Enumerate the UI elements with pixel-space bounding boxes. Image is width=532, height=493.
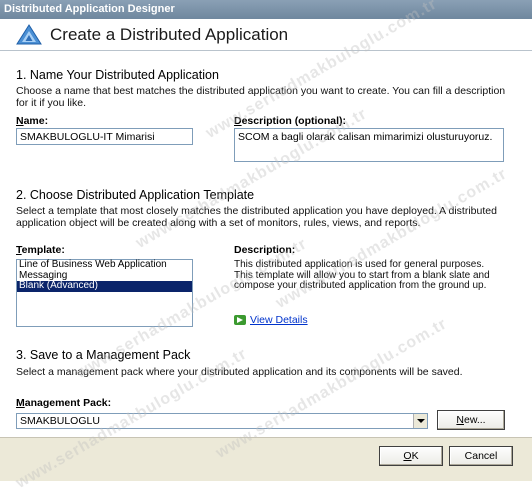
wizard-header: Create a Distributed Application bbox=[0, 19, 532, 51]
management-pack-select[interactable]: SMAKBULOGLU bbox=[16, 413, 428, 429]
template-listbox[interactable]: Line of Business Web Application Messagi… bbox=[16, 259, 193, 327]
name-label-text: ame: bbox=[23, 115, 49, 127]
name-label-accel: N bbox=[16, 115, 24, 127]
description-input-value: SCOM a bagli olarak calisan mimarimizi o… bbox=[238, 131, 493, 143]
template-description-label: Description: bbox=[234, 244, 296, 256]
template-item-blank-advanced[interactable]: Blank (Advanced) bbox=[17, 280, 192, 292]
description-input[interactable]: SCOM a bagli olarak calisan mimarimizi o… bbox=[234, 128, 504, 162]
section-mp-description: Select a management pack where your dist… bbox=[16, 366, 463, 378]
name-input-value: SMAKBULOGLU-IT Mimarisi bbox=[20, 131, 155, 143]
view-details-link-row[interactable]: View Details bbox=[234, 314, 308, 326]
new-button-text: ew... bbox=[463, 414, 486, 426]
management-pack-label-accel: M bbox=[16, 397, 25, 409]
description-label: Description (optional): bbox=[234, 115, 346, 127]
template-label: Template: bbox=[16, 244, 65, 256]
ok-button-text: K bbox=[411, 450, 419, 462]
new-management-pack-button[interactable]: New... bbox=[437, 410, 505, 430]
management-pack-label: Management Pack: bbox=[16, 397, 111, 409]
template-description-text: This distributed application is used for… bbox=[234, 259, 490, 291]
name-label: Name: bbox=[16, 115, 48, 127]
arrow-right-icon bbox=[234, 315, 246, 325]
template-item-lob-web[interactable]: Line of Business Web Application bbox=[17, 259, 192, 271]
section-mp-title: 3. Save to a Management Pack bbox=[16, 348, 191, 362]
name-input[interactable]: SMAKBULOGLU-IT Mimarisi bbox=[16, 128, 193, 145]
section-name-description: Choose a name that best matches the dist… bbox=[16, 85, 506, 109]
view-details-link[interactable]: View Details bbox=[250, 314, 308, 326]
new-button-accel: N bbox=[456, 414, 464, 426]
page-title: Create a Distributed Application bbox=[50, 25, 289, 44]
template-label-text: emplate: bbox=[21, 244, 65, 256]
distributed-app-logo-icon bbox=[16, 24, 42, 45]
ok-button-accel: O bbox=[403, 450, 412, 462]
cancel-button[interactable]: Cancel bbox=[449, 446, 513, 466]
management-pack-label-text: anagement Pack: bbox=[24, 397, 112, 409]
window-title-bar[interactable]: Distributed Application Designer bbox=[0, 0, 532, 19]
chevron-down-icon[interactable] bbox=[413, 414, 427, 428]
section-template-description: Select a template that most closely matc… bbox=[16, 205, 497, 229]
section-name-title: 1. Name Your Distributed Application bbox=[16, 68, 219, 82]
ok-button[interactable]: OK bbox=[379, 446, 443, 466]
management-pack-value: SMAKBULOGLU bbox=[20, 415, 100, 427]
section-template-title: 2. Choose Distributed Application Templa… bbox=[16, 188, 255, 202]
description-label-accel: D bbox=[234, 115, 242, 127]
window-title: Distributed Application Designer bbox=[4, 3, 175, 15]
description-label-text: escription (optional): bbox=[241, 115, 347, 127]
